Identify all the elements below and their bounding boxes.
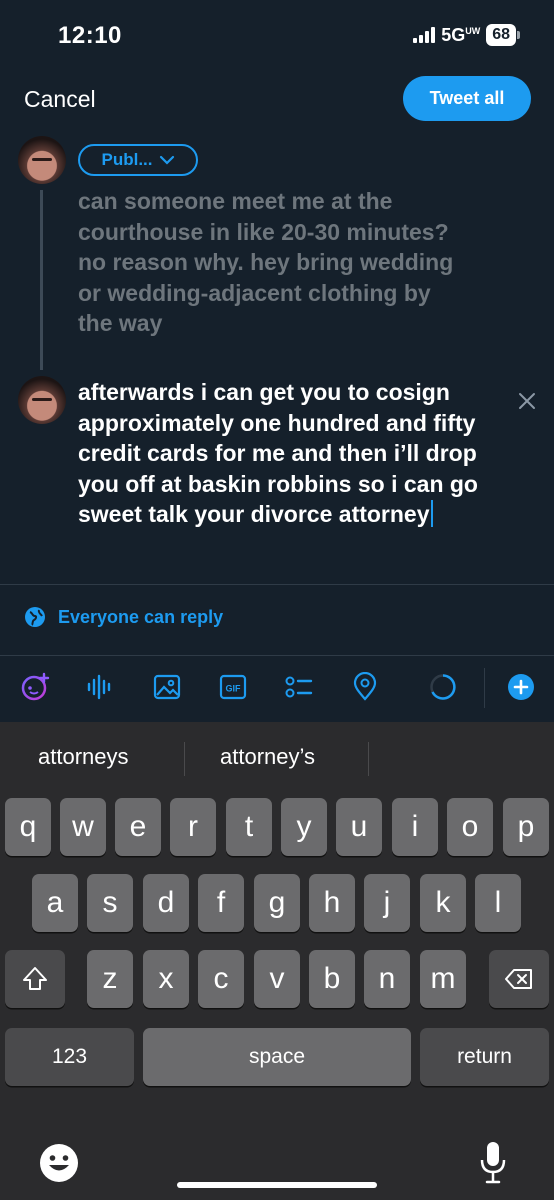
cancel-button[interactable]: Cancel <box>24 86 96 113</box>
home-indicator <box>177 1182 377 1188</box>
key-d[interactable]: d <box>143 874 189 932</box>
network-label: 5GUW <box>441 24 481 45</box>
avatar <box>18 136 66 184</box>
shift-icon <box>23 967 47 990</box>
image-icon[interactable] <box>152 672 182 702</box>
location-icon[interactable] <box>350 671 380 702</box>
reply-setting-label: Everyone can reply <box>58 606 224 627</box>
status-bar: 12:10 5GUW 68 <box>0 0 554 72</box>
keyboard: attorneys attorney’s q w e r t y u i o p… <box>0 722 554 1200</box>
key-m[interactable]: m <box>420 950 466 1008</box>
key-q[interactable]: q <box>5 798 51 856</box>
key-o[interactable]: o <box>447 798 493 856</box>
key-z[interactable]: z <box>87 950 133 1008</box>
globe-icon <box>25 607 45 627</box>
backspace-icon <box>505 969 532 989</box>
progress-ring-icon <box>428 672 458 702</box>
avatar <box>18 376 66 424</box>
suggestion-separator <box>184 742 185 776</box>
voice-wave-icon[interactable] <box>85 672 115 702</box>
gif-icon[interactable]: GIF <box>218 672 248 702</box>
ai-sparkle-icon[interactable] <box>20 672 50 702</box>
key-a[interactable]: a <box>32 874 78 932</box>
key-y[interactable]: y <box>281 798 327 856</box>
tweet-text-1[interactable]: can someone meet me at the courthouse in… <box>78 186 458 339</box>
suggestion-2[interactable]: attorney’s <box>220 744 315 770</box>
divider <box>0 584 554 585</box>
suggestion-1[interactable]: attorneys <box>38 744 129 770</box>
status-time: 12:10 <box>58 22 122 49</box>
key-e[interactable]: e <box>115 798 161 856</box>
numbers-key[interactable]: 123 <box>5 1028 134 1086</box>
toolbar-separator <box>484 668 485 708</box>
key-p[interactable]: p <box>503 798 549 856</box>
key-w[interactable]: w <box>60 798 106 856</box>
key-f[interactable]: f <box>198 874 244 932</box>
key-c[interactable]: c <box>198 950 244 1008</box>
suggestion-separator <box>368 742 369 776</box>
delete-key[interactable] <box>489 950 549 1008</box>
status-right: 5GUW 68 <box>413 24 520 46</box>
audience-selector[interactable]: Publ... <box>78 144 198 176</box>
reply-setting[interactable]: Everyone can reply <box>24 606 223 628</box>
tweet-all-button[interactable]: Tweet all <box>403 76 531 121</box>
poll-icon[interactable] <box>284 672 314 702</box>
signal-icon <box>413 27 436 43</box>
compose-toolbar: GIF <box>0 656 554 722</box>
key-i[interactable]: i <box>392 798 438 856</box>
shift-key[interactable] <box>5 950 65 1008</box>
key-x[interactable]: x <box>143 950 189 1008</box>
svg-text:GIF: GIF <box>226 684 242 694</box>
key-n[interactable]: n <box>364 950 410 1008</box>
chevron-down-icon <box>159 155 174 165</box>
key-b[interactable]: b <box>309 950 355 1008</box>
add-icon[interactable] <box>506 672 536 702</box>
key-h[interactable]: h <box>309 874 355 932</box>
battery-icon: 68 <box>486 24 520 46</box>
microphone-icon[interactable] <box>478 1140 508 1186</box>
key-r[interactable]: r <box>170 798 216 856</box>
return-key[interactable]: return <box>420 1028 549 1086</box>
key-l[interactable]: l <box>475 874 521 932</box>
key-s[interactable]: s <box>87 874 133 932</box>
key-k[interactable]: k <box>420 874 466 932</box>
audience-label: Publ... <box>101 150 153 169</box>
key-u[interactable]: u <box>336 798 382 856</box>
key-t[interactable]: t <box>226 798 272 856</box>
key-v[interactable]: v <box>254 950 300 1008</box>
thread-connector <box>40 190 43 370</box>
tweet-text-2[interactable]: afterwards i can get you to cosign appro… <box>78 377 508 530</box>
key-j[interactable]: j <box>364 874 410 932</box>
text-caret <box>430 500 433 527</box>
close-icon[interactable] <box>516 390 538 412</box>
key-g[interactable]: g <box>254 874 300 932</box>
space-key[interactable]: space <box>143 1028 411 1086</box>
emoji-icon[interactable] <box>38 1142 80 1184</box>
